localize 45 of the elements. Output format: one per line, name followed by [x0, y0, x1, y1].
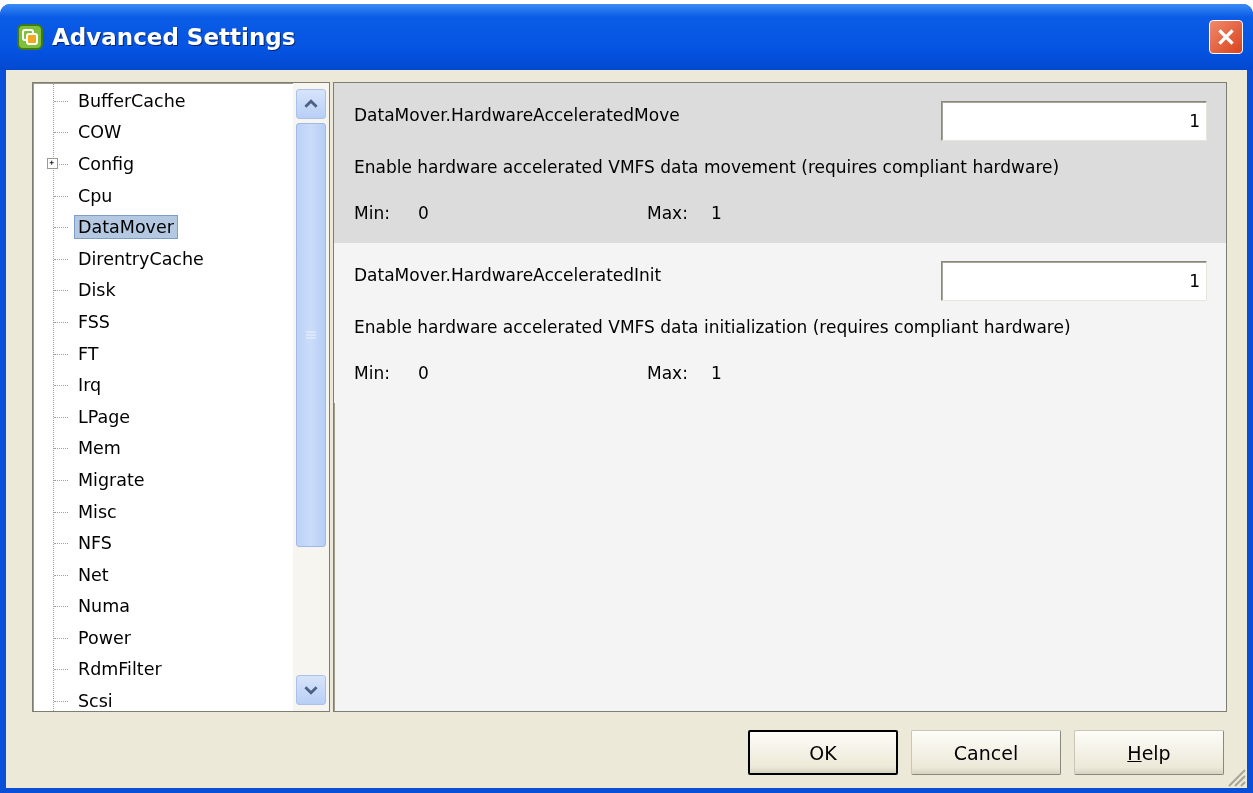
dialog-button[interactable]: Help — [1074, 730, 1224, 775]
max-value: 1 — [711, 363, 722, 383]
tree-item[interactable]: Numa — [74, 594, 134, 619]
app-icon — [16, 23, 44, 51]
setting-description: Enable hardware accelerated VMFS data movement (requires compliant hardware) — [354, 157, 1061, 177]
tree-item[interactable]: Disk — [74, 278, 120, 303]
setting-card[interactable]: DataMover.HardwareAcceleratedMove 1 Enable hardware accelerated VMFS data movement (requires compliant hardware) Min: 0 Max: 1 — [334, 83, 1226, 243]
value-field[interactable]: 1 — [941, 101, 1207, 141]
dialog-button[interactable]: OK — [748, 730, 898, 775]
max-label: Max: — [647, 363, 689, 383]
setting-description: Enable hardware accelerated VMFS data initialization (requires compliant hardware) — [354, 317, 1072, 337]
min-value: 0 — [418, 203, 430, 223]
tree-item[interactable]: COW — [74, 120, 126, 145]
max-label: Max: — [647, 203, 689, 223]
min-value: 0 — [418, 363, 430, 383]
tree-item[interactable]: DirentryCache — [74, 246, 208, 271]
tree-item[interactable]: Scsi — [74, 689, 117, 711]
dialog-button[interactable]: Cancel — [911, 730, 1061, 775]
setting-name: DataMover.HardwareAcceleratedMove — [354, 105, 680, 125]
tree-item[interactable]: Config — [74, 152, 139, 176]
tree-item[interactable]: Cpu — [74, 183, 117, 208]
tree-item[interactable]: DataMover — [74, 215, 178, 240]
tree-item[interactable]: Mem — [74, 436, 125, 461]
tree-item[interactable]: Power — [74, 625, 135, 650]
value-field[interactable]: 1 — [941, 261, 1207, 301]
expand-icon[interactable] — [47, 158, 58, 169]
setting-name: DataMover.HardwareAcceleratedInit — [354, 265, 662, 285]
close-icon[interactable] — [1209, 20, 1243, 54]
max-value: 1 — [711, 203, 722, 223]
min-label: Min: — [354, 203, 391, 223]
tree-item[interactable]: BufferCache — [74, 88, 190, 113]
window-title: Advanced Settings — [52, 24, 297, 50]
tree-item[interactable]: Migrate — [74, 467, 149, 492]
scrollbar-thumb[interactable] — [296, 123, 326, 547]
tree-item[interactable]: LPage — [74, 404, 135, 429]
tree-item[interactable]: NFS — [74, 531, 116, 556]
tree-item[interactable]: RdmFilter — [74, 657, 166, 682]
tree-item[interactable]: Net — [74, 562, 113, 587]
tree-item[interactable]: Irq — [74, 373, 106, 398]
min-label: Min: — [354, 363, 391, 383]
tree-item[interactable]: FSS — [74, 309, 114, 334]
tree-item[interactable]: Misc — [74, 499, 121, 524]
tree-item[interactable]: FT — [74, 341, 103, 366]
scroll-down-button[interactable] — [296, 675, 326, 705]
scroll-up-button[interactable] — [296, 89, 326, 119]
